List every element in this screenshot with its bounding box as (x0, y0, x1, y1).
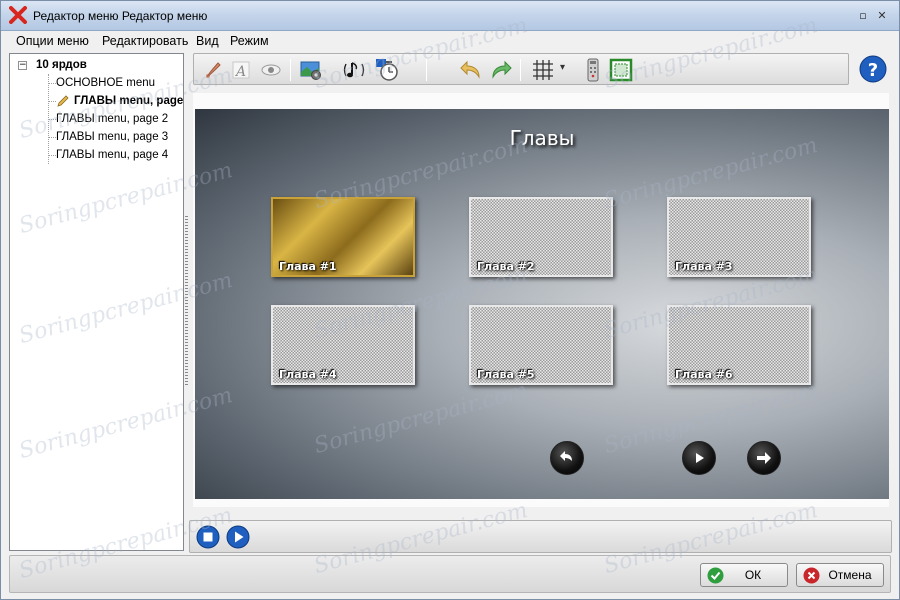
title-bar: Редактор меню Редактор меню ▫ ✕ (1, 1, 899, 31)
minimize-button[interactable]: ▫ (856, 9, 870, 23)
tree-branch (48, 137, 56, 138)
back-button[interactable] (550, 441, 584, 475)
redo-icon[interactable] (488, 57, 514, 83)
close-button[interactable]: ✕ (875, 9, 889, 23)
pencil-icon (57, 95, 69, 107)
chapter-label: Глава #4 (279, 368, 337, 381)
app-logo-icon (9, 6, 27, 24)
play-button[interactable] (682, 441, 716, 475)
menu-title[interactable]: Главы (195, 126, 889, 150)
panel-splitter[interactable] (185, 216, 188, 386)
play-icon (696, 453, 704, 463)
svg-text:A: A (234, 64, 246, 80)
menu-view[interactable]: Вид (196, 34, 219, 48)
preview-player-bar (189, 520, 892, 553)
ok-label: ОК (744, 568, 762, 582)
chapter-label: Глава #3 (675, 260, 733, 273)
eye-icon[interactable] (258, 57, 284, 83)
window-title: Редактор меню Редактор меню (33, 9, 208, 23)
ok-button[interactable]: ОК (700, 563, 788, 587)
cancel-button[interactable]: Отмена (796, 563, 884, 587)
background-icon[interactable] (298, 57, 324, 83)
svg-text:?: ? (868, 60, 878, 81)
chapter-thumbnail-1[interactable]: Глава #1 (271, 197, 415, 277)
cancel-label: Отмена (828, 568, 872, 582)
tree-collapse-toggle[interactable]: − (18, 61, 27, 70)
tree-item-chapters-page-1[interactable]: ГЛАВЫ menu, page 1 (74, 92, 183, 110)
back-arrow-icon (560, 451, 572, 461)
chapter-label: Глава #1 (279, 260, 337, 273)
toolbar-separator (520, 59, 521, 81)
grid-icon[interactable] (530, 57, 556, 83)
chapter-thumbnail-5[interactable]: Глава #5 (469, 305, 613, 385)
safe-area-icon[interactable] (608, 57, 634, 83)
chapter-label: Глава #2 (477, 260, 535, 273)
chapter-thumbnail-3[interactable]: Глава #3 (667, 197, 811, 277)
menu-edit[interactable]: Редактировать (102, 34, 188, 48)
tree-item-chapters-page-3[interactable]: ГЛАВЫ menu, page 3 (56, 128, 168, 146)
chapter-thumbnail-6[interactable]: Глава #6 (667, 305, 811, 385)
help-icon[interactable]: ? (859, 55, 887, 83)
chapter-thumbnail-2[interactable]: Глава #2 (469, 197, 613, 277)
chapter-label: Глава #5 (477, 368, 535, 381)
tree-branch (48, 83, 56, 84)
arrow-right-icon (757, 452, 771, 464)
undo-icon[interactable] (458, 57, 484, 83)
next-button[interactable] (747, 441, 781, 475)
tree-item-chapters-page-4[interactable]: ГЛАВЫ menu, page 4 (56, 146, 168, 164)
menu-options[interactable]: Опции меню (16, 34, 89, 48)
menu-tree-panel: − 10 ярдов ОСНОВНОЕ menu ГЛАВЫ menu, pag… (9, 53, 184, 551)
editor-toolbar: A ▾ (193, 53, 849, 85)
play-preview-icon[interactable] (226, 525, 250, 549)
grid-dropdown-icon[interactable]: ▾ (560, 62, 565, 73)
timer-icon[interactable] (374, 57, 400, 83)
menu-editor-window: Редактор меню Редактор меню ▫ ✕ Опции ме… (0, 0, 900, 600)
tree-item-main-menu[interactable]: ОСНОВНОЕ menu (56, 74, 155, 92)
tree-branch (48, 101, 56, 102)
music-icon[interactable] (342, 57, 368, 83)
toolbar-separator (290, 59, 291, 81)
stop-icon[interactable] (196, 525, 220, 549)
text-icon[interactable]: A (228, 57, 254, 83)
tree-item-chapters-page-2[interactable]: ГЛАВЫ menu, page 2 (56, 110, 168, 128)
toolbar-separator (426, 59, 427, 81)
menu-bar: Опции меню Редактировать Вид Режим (1, 32, 899, 52)
menu-preview[interactable]: Главы Глава #1 Глава #2 Глава #3 Глава #… (195, 109, 889, 499)
chapter-thumbnail-4[interactable]: Глава #4 (271, 305, 415, 385)
remote-icon[interactable] (580, 57, 606, 83)
dialog-button-bar: ОК Отмена (9, 555, 891, 593)
chapter-label: Глава #6 (675, 368, 733, 381)
menu-mode[interactable]: Режим (230, 34, 269, 48)
tree-root[interactable]: 10 ярдов (36, 56, 87, 74)
tree-branch (48, 119, 56, 120)
tree-branch (48, 155, 56, 156)
brush-icon[interactable] (200, 57, 226, 83)
